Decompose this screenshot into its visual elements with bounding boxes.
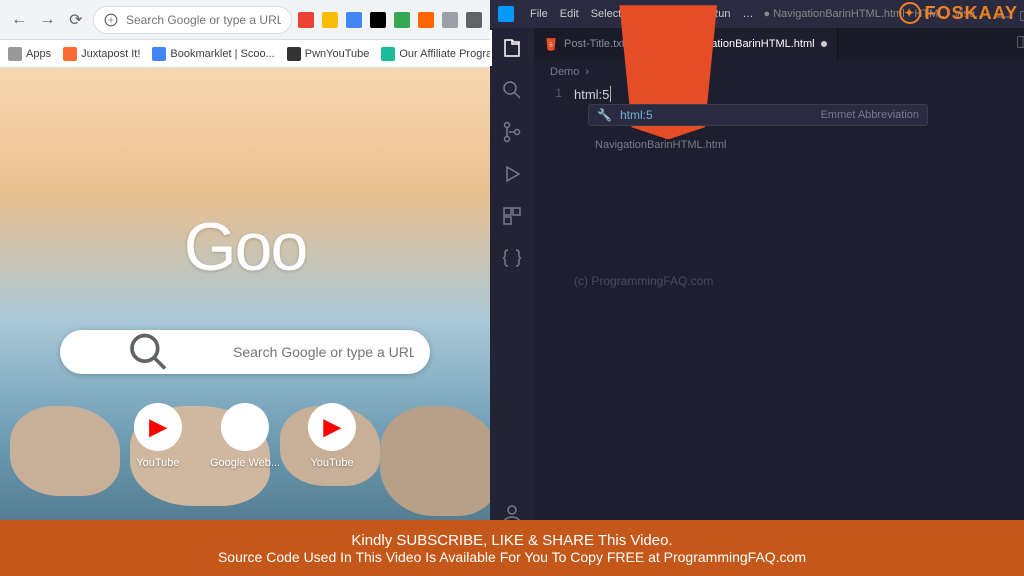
banner-line1: Kindly SUBSCRIBE, LIKE & SHARE This Vide… [351,532,672,549]
extension-icon[interactable] [466,12,482,28]
source-control-icon[interactable] [500,120,524,144]
search-icon[interactable] [500,78,524,102]
run-debug-icon[interactable] [500,162,524,186]
line-gutter: 1 [534,86,574,576]
new-tab-page: Goo ▶YouTubeGGoogle Web...▶YouTube 🔗 Pho… [0,68,490,576]
bookmark-icon [287,47,301,61]
vscode-window: FileEditSelectionViewGoRun… ● Navigation… [490,0,1024,576]
wrench-icon: 🔧 [597,108,612,122]
explorer-icon[interactable] [500,36,524,60]
brand-icon: ✦ [899,2,921,24]
dirty-indicator-icon [821,41,827,47]
shortcut-icon: ▶ [308,403,356,451]
svg-text:5: 5 [549,42,552,48]
activity-bar [490,28,534,576]
suggest-item[interactable]: html:5 [620,108,653,122]
bookmarks-bar: Apps Juxtapost It! Bookmarklet | Scoo... Pw… [0,40,490,68]
google-logo: Goo [184,208,307,286]
text-cursor [610,86,611,102]
ntp-search-bar[interactable] [60,330,430,374]
chrome-toolbar: ← → ⟳ [0,0,490,40]
omnibox[interactable] [93,6,292,34]
chrome-window: ← → ⟳ Apps Juxtapost It! Bookmarklet | Sco… [0,0,490,576]
extension-icon[interactable] [418,12,434,28]
shortcut-label: YouTube [310,457,353,469]
split-editor-icon[interactable] [1016,35,1024,54]
bookmark-icon [152,47,166,61]
editor-area: 5Post-Title.txt9+5NavigationBarinHTML.ht… [534,28,1024,576]
google-icon [104,13,118,27]
file-icon: 5 [544,37,558,51]
bookmark-icon [63,47,77,61]
bookmark-item[interactable]: Bookmarklet | Scoo... [152,47,274,61]
reload-button[interactable]: ⟳ [65,6,87,34]
bookmark-icon [8,47,22,61]
forward-button[interactable]: → [36,6,58,34]
extension-icons [298,12,482,28]
shortcut-tile[interactable]: ▶ YouTube [308,403,356,469]
bookmark-item[interactable]: Juxtapost It! [63,47,140,61]
search-icon [76,330,221,374]
shortcut-label: YouTube [136,457,179,469]
maximize-icon[interactable]: □ [1020,8,1024,20]
code-text: html:5 [574,87,609,102]
bookmark-item[interactable]: PwnYouTube [287,47,370,61]
extension-icon[interactable] [346,12,362,28]
extensions-icon[interactable] [500,204,524,228]
menu-edit[interactable]: Edit [554,8,585,20]
omnibox-input[interactable] [126,13,281,27]
ntp-search-input[interactable] [233,344,414,360]
breadcrumb-segment[interactable]: Demo [550,66,579,78]
bookmark-item[interactable]: Our Affiliate Progra... [381,47,501,61]
brand-watermark: ✦ FOSKAAY [899,2,1018,24]
extension-icon[interactable] [322,12,338,28]
breadcrumb[interactable]: Demo› NavigationBarinHTML.html [534,60,1024,84]
extension-icon[interactable] [298,12,314,28]
shortcut-icon: G [221,403,269,451]
banner-line2: Source Code Used In This Video Is Availa… [218,549,806,565]
editor-watermark: (c) ProgrammingFAQ.com [574,274,713,288]
suggest-widget[interactable]: 🔧 html:5 Emmet Abbreviation [588,104,928,126]
bracket-icon[interactable] [500,246,524,270]
back-button[interactable]: ← [8,6,30,34]
code-editor[interactable]: 1 html:5 🔧 html:5 Emmet Abbreviation (c)… [534,84,1024,576]
shortcut-tile[interactable]: ▶ YouTube [134,403,182,469]
vscode-logo-icon [498,6,514,22]
suggest-hint: Emmet Abbreviation [821,109,919,121]
chevron-right-icon: › [585,66,589,78]
bookmark-icon [381,47,395,61]
bottom-banner: Kindly SUBSCRIBE, LIKE & SHARE This Vide… [0,520,1024,576]
bookmark-item[interactable]: Apps [8,47,51,61]
shortcut-label: Google Web... [210,457,280,469]
extension-icon[interactable] [394,12,410,28]
shortcuts-row: ▶ YouTube G Google Web... ▶ YouTube [134,403,356,469]
extension-icon[interactable] [442,12,458,28]
extension-icon[interactable] [370,12,386,28]
shortcut-icon: ▶ [134,403,182,451]
tab-actions: ⋯ [1006,28,1024,60]
menu-file[interactable]: File [524,8,554,20]
shortcut-tile[interactable]: G Google Web... [210,403,280,469]
